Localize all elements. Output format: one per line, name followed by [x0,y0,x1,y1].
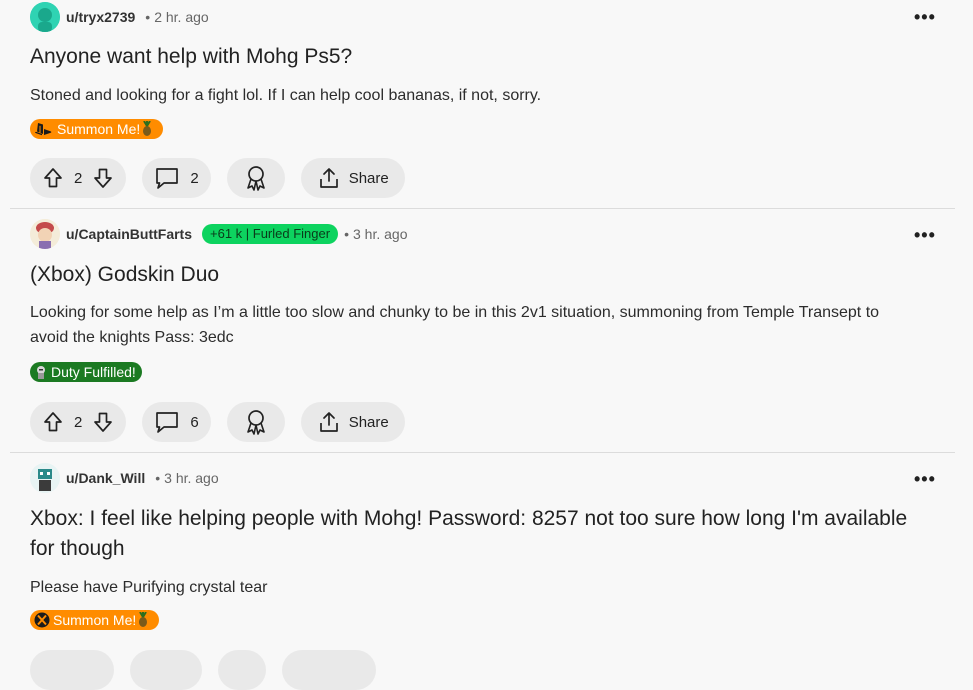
vote-control: 2 [30,402,127,442]
flair-label: Duty Fulfilled! [51,364,136,380]
share-button[interactable] [282,650,376,690]
downvote-icon[interactable] [92,167,114,189]
share-icon [319,412,338,432]
post-body: Stoned and looking for a fight lol. If I… [30,87,542,104]
comments-button[interactable]: 2 [142,158,211,198]
post-meta: u/tryx2739 • 2 hr. ago [30,2,209,32]
more-options-icon[interactable]: ••• [914,470,936,488]
avatar[interactable] [30,2,60,32]
post-card[interactable]: u/tryx2739 • 2 hr. ago ••• Anyone want h… [0,0,960,208]
flair-label: Summon Me! [53,612,137,628]
share-button[interactable]: Share [300,402,405,442]
post-meta: u/CaptainButtFarts +61 k | Furled Finger… [30,219,407,249]
comment-icon [156,412,179,433]
comment-count: 6 [190,413,199,431]
flair-label: Summon Me! [57,121,141,137]
author-link[interactable]: u/Dank_Will [66,470,145,486]
post-body: Looking for some help as I’m a little to… [30,304,880,346]
award-icon [246,410,265,435]
more-options-icon[interactable]: ••• [914,226,936,244]
share-label: Share [348,169,389,187]
knight-icon [34,364,48,380]
share-button[interactable]: Share [300,158,405,198]
post-time: 2 hr. ago [154,9,209,25]
post-time: 3 hr. ago [164,470,219,486]
avatar[interactable] [30,463,60,493]
post-card[interactable]: u/Dank_Will • 3 hr. ago ••• Xbox: I feel… [0,453,960,690]
post-title[interactable]: (Xbox) Godskin Duo [30,260,930,290]
post-actions: 2 2 Share [30,158,405,198]
meta-separator: • [344,226,349,242]
comment-icon [156,168,179,189]
award-button[interactable] [218,650,266,690]
award-button[interactable] [226,158,285,198]
post-body: Please have Purifying crystal tear [30,579,268,596]
pineapple-icon [140,121,154,137]
pineapple-icon [136,612,150,628]
vote-control[interactable] [30,650,114,690]
vote-count: 2 [74,413,83,431]
author-link[interactable]: u/tryx2739 [66,9,135,25]
user-avatar-icon [30,219,60,249]
upvote-icon[interactable] [42,411,64,433]
share-icon [319,168,338,188]
vote-control: 2 [30,158,127,198]
downvote-icon[interactable] [92,411,114,433]
post-flair[interactable]: Duty Fulfilled! [30,362,142,382]
vote-count: 2 [74,169,83,187]
author-link[interactable]: u/CaptainButtFarts [66,226,192,242]
award-icon [246,166,265,191]
avatar[interactable] [30,219,60,249]
post-actions [30,650,376,690]
user-avatar-icon [30,2,60,32]
share-label: Share [348,413,389,431]
award-button[interactable] [226,402,285,442]
xbox-icon [34,612,50,628]
user-flair: +61 k | Furled Finger [202,224,339,244]
post-title[interactable]: Xbox: I feel like helping people with Mo… [30,504,930,564]
meta-separator: • [155,470,161,486]
post-time: 3 hr. ago [352,226,408,242]
post-card[interactable]: u/CaptainButtFarts +61 k | Furled Finger… [0,209,960,452]
more-options-icon[interactable]: ••• [914,8,936,26]
post-flair[interactable]: Summon Me! [30,119,164,139]
post-meta: u/Dank_Will • 3 hr. ago [30,463,219,493]
post-flair[interactable]: Summon Me! [30,610,160,630]
user-avatar-icon [30,463,60,493]
comment-count: 2 [190,169,199,187]
post-actions: 2 6 Share [30,402,405,442]
upvote-icon[interactable] [42,167,64,189]
comments-button[interactable] [130,650,202,690]
playstation-icon [34,122,54,136]
comments-button[interactable]: 6 [142,402,211,442]
post-title[interactable]: Anyone want help with Mohg Ps5? [30,42,930,72]
meta-separator: • [145,9,151,25]
